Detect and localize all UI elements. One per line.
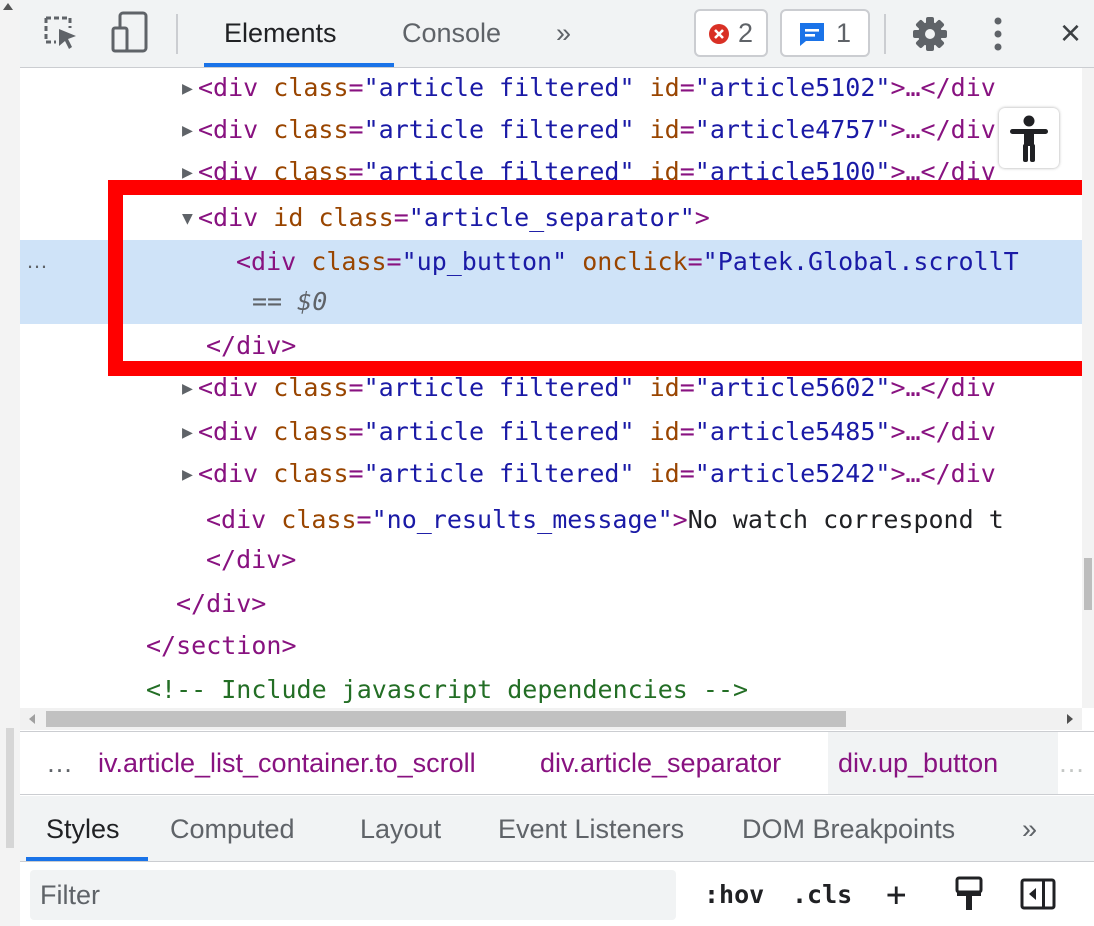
inspect-element-icon[interactable] (42, 14, 80, 52)
breadcrumb-scroll-left[interactable]: … (46, 732, 73, 796)
messages-count: 1 (836, 18, 852, 48)
close-icon[interactable]: × (1060, 0, 1081, 68)
class-toggle[interactable]: .cls (792, 870, 852, 920)
accessibility-icon[interactable] (999, 108, 1059, 168)
vertical-scroll-thumb[interactable] (1084, 558, 1092, 610)
expand-triangle-icon[interactable]: ▶ (182, 69, 198, 109)
expand-triangle-icon[interactable]: ▶ (182, 111, 198, 151)
active-tab-indicator (26, 857, 148, 861)
toolbar-divider (176, 14, 178, 54)
scroll-up-arrow-icon[interactable] (3, 3, 13, 10)
tree-vertical-scrollbar[interactable] (1082, 68, 1094, 708)
hover-state-toggle[interactable]: :hov (704, 870, 764, 920)
new-style-rule-button[interactable]: + (886, 870, 906, 920)
tab-dom-breakpoints[interactable]: DOM Breakpoints (742, 796, 955, 862)
error-icon (709, 24, 729, 44)
errors-count: 2 (738, 18, 754, 48)
tab-elements[interactable]: Elements (224, 0, 337, 68)
device-toggle-icon[interactable] (110, 10, 150, 56)
tree-node-close-tag[interactable]: </div> (176, 584, 266, 624)
breadcrumb-scroll-right[interactable]: … (1058, 732, 1085, 796)
styles-filter-bar: :hov .cls + (20, 862, 1094, 926)
breadcrumb-item-up-button[interactable]: div.up_button (838, 732, 998, 796)
scroll-right-icon[interactable] (1066, 714, 1074, 724)
breadcrumb: … iv.article_list_container.to_scroll di… (20, 731, 1094, 795)
styles-filter-input[interactable] (30, 870, 676, 920)
toolbar-divider-2 (884, 14, 886, 54)
more-sidebar-tabs-button[interactable]: » (1022, 796, 1037, 862)
toggle-sidebar-icon[interactable] (1020, 878, 1056, 910)
expand-triangle-icon[interactable]: ▶ (182, 413, 198, 453)
gutter-scroll-thumb[interactable] (6, 728, 14, 848)
messages-badge[interactable]: 1 (780, 9, 870, 57)
scroll-left-icon[interactable] (28, 714, 36, 724)
selected-row-menu-icon[interactable]: … (26, 248, 49, 274)
breadcrumb-item-article-list-container[interactable]: iv.article_list_container.to_scroll (98, 732, 476, 796)
annotation-highlight-box (108, 180, 1094, 376)
tab-layout[interactable]: Layout (360, 796, 441, 862)
more-vert-icon[interactable] (990, 14, 1006, 54)
elements-tree: … ▶ <div class="article filtered" id="art… (20, 68, 1082, 708)
tab-event-listeners[interactable]: Event Listeners (498, 796, 684, 862)
tree-node-article5485[interactable]: ▶ <div class="article filtered" id="artic… (182, 412, 996, 452)
horizontal-scroll-thumb[interactable] (46, 711, 846, 727)
tree-node-section-close[interactable]: </section> (146, 626, 297, 666)
left-gutter (0, 0, 20, 926)
tree-horizontal-scrollbar[interactable] (20, 708, 1082, 730)
devtools-toolbar: Elements Console » 2 1 × (20, 0, 1094, 68)
sidebar-tabs: Styles Computed Layout Event Listeners D… (20, 796, 1094, 862)
errors-badge[interactable]: 2 (694, 9, 768, 57)
active-tab-indicator (204, 63, 394, 67)
more-tabs-button[interactable]: » (556, 0, 571, 68)
tab-computed[interactable]: Computed (170, 796, 295, 862)
expand-triangle-icon[interactable]: ▶ (182, 455, 198, 495)
gear-icon[interactable] (912, 16, 948, 52)
paint-brush-icon[interactable] (954, 876, 984, 912)
tree-node-article5102[interactable]: ▶ <div class="article filtered" id="artic… (182, 68, 996, 108)
tree-node-article5242[interactable]: ▶ <div class="article filtered" id="artic… (182, 454, 996, 494)
tree-node-article4757[interactable]: ▶ <div class="article filtered" id="artic… (182, 110, 996, 150)
tab-console[interactable]: Console (402, 0, 501, 68)
tab-styles[interactable]: Styles (46, 796, 120, 862)
tree-node-close-tag[interactable]: </div> (206, 540, 296, 580)
tree-node-no-results-message[interactable]: <div class="no_results_message">No watch… (206, 500, 1004, 540)
message-icon (800, 23, 824, 46)
tree-node-comment[interactable]: <!-- Include javascript dependencies --> (146, 670, 748, 708)
breadcrumb-item-article-separator[interactable]: div.article_separator (540, 732, 781, 796)
